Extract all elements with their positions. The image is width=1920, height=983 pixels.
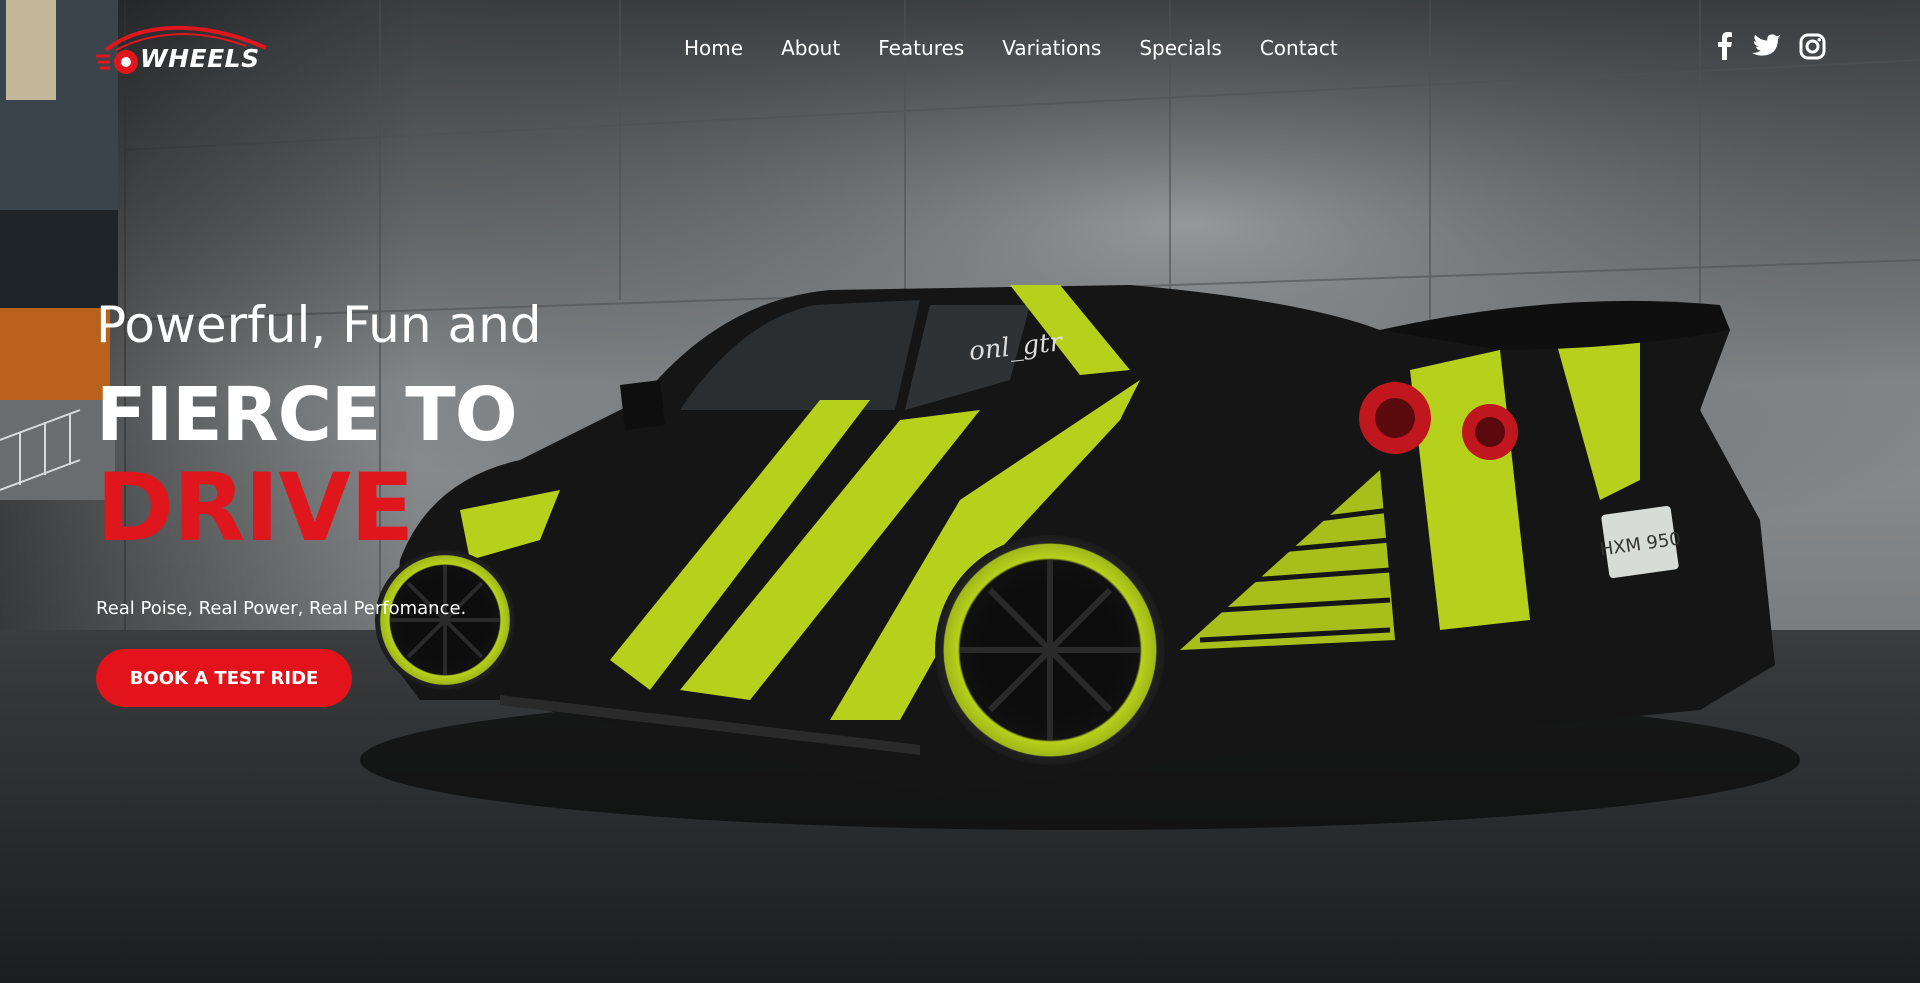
social-links [1717,32,1826,60]
nav-link-specials[interactable]: Specials [1139,36,1221,60]
brand-name: WHEELS [140,44,260,73]
twitter-icon[interactable] [1751,33,1781,59]
main-nav: Home About Features Variations Specials … [684,36,1376,60]
facebook-icon[interactable] [1717,32,1733,60]
hero-tagline: Real Poise, Real Power, Real Perfomance. [96,598,467,619]
nav-link-contact[interactable]: Contact [1260,36,1338,60]
hero-headline-accent: DRIVE [96,454,414,563]
nav-link-features[interactable]: Features [878,36,964,60]
brand-logo[interactable]: WHEELS [96,20,296,80]
instagram-icon[interactable] [1799,33,1826,60]
hero-subtitle: Powerful, Fun and [96,296,542,354]
nav-link-variations[interactable]: Variations [1002,36,1101,60]
hero-headline: FIERCE TO [96,372,518,458]
nav-link-home[interactable]: Home [684,36,743,60]
nav-link-about[interactable]: About [781,36,840,60]
hero-section: HXM 950 onl_gtr WHEELS Home About Featur… [0,0,1920,983]
book-test-ride-button[interactable]: BOOK A TEST RIDE [96,649,352,707]
